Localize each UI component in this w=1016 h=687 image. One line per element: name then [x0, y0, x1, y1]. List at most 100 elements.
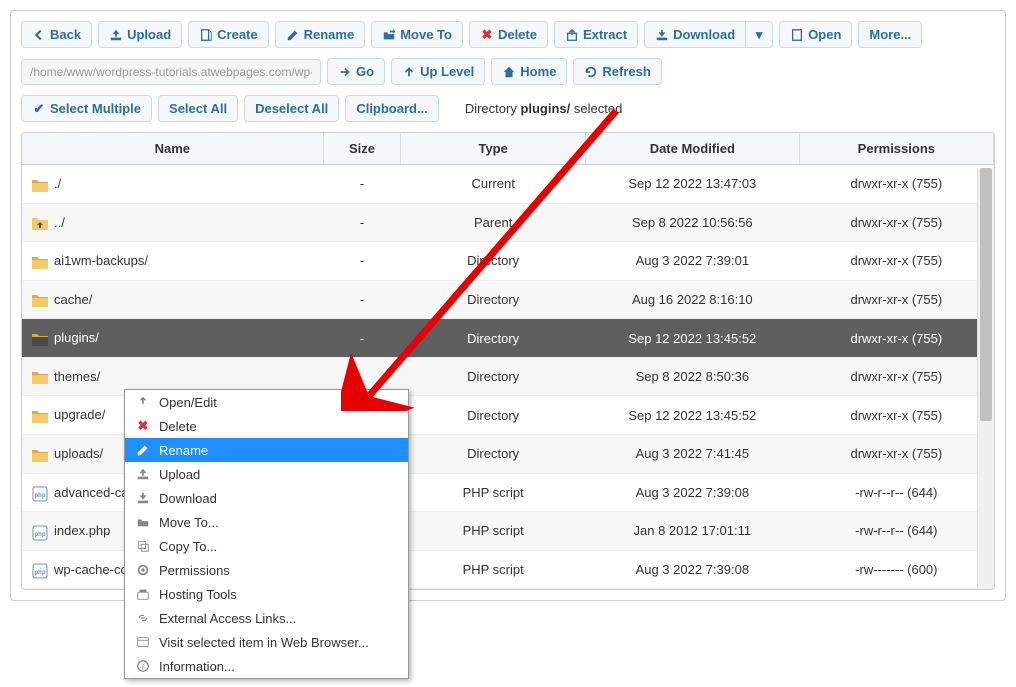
- context-menu-browser[interactable]: Visit selected item in Web Browser...: [125, 630, 408, 654]
- context-menu-open[interactable]: Open/Edit: [125, 390, 408, 414]
- home-label: Home: [520, 64, 556, 79]
- download-icon: [135, 490, 151, 506]
- more-button[interactable]: More...: [858, 21, 922, 48]
- context-menu-perms[interactable]: Permissions: [125, 558, 408, 582]
- up-level-label: Up Level: [420, 64, 474, 79]
- deselect-all-button[interactable]: Deselect All: [244, 95, 339, 122]
- file-perms: drwxr-xr-x (755): [799, 203, 993, 242]
- table-row[interactable]: plugins/-DirectorySep 12 2022 13:45:52dr…: [22, 319, 994, 358]
- download-button-group: Download ▾: [644, 21, 773, 48]
- delete-button[interactable]: ✖ Delete: [469, 21, 548, 48]
- file-type: Current: [401, 165, 586, 204]
- context-menu-label: Delete: [159, 419, 197, 434]
- back-arrow-icon: [32, 28, 46, 42]
- table-row[interactable]: cache/-DirectoryAug 16 2022 8:16:10drwxr…: [22, 280, 994, 319]
- select-multiple-label: Select Multiple: [50, 101, 141, 116]
- create-label: Create: [217, 27, 257, 42]
- move-to-button[interactable]: Move To: [371, 21, 463, 48]
- file-type: Directory: [401, 434, 586, 473]
- folder-icon: [32, 255, 48, 269]
- file-type: PHP script: [401, 512, 586, 551]
- extract-button[interactable]: Extract: [554, 21, 638, 48]
- file-perms: drwxr-xr-x (755): [799, 434, 993, 473]
- svg-text:php: php: [35, 532, 46, 538]
- upload-label: Upload: [127, 27, 171, 42]
- table-row[interactable]: ../-ParentSep 8 2022 10:56:56drwxr-xr-x …: [22, 203, 994, 242]
- context-menu-label: Permissions: [159, 563, 230, 578]
- context-menu-delete[interactable]: ✖Delete: [125, 414, 408, 438]
- col-size[interactable]: Size: [323, 133, 401, 165]
- context-menu-info[interactable]: iInformation...: [125, 654, 408, 678]
- select-all-button[interactable]: Select All: [158, 95, 238, 122]
- delete-label: Delete: [498, 27, 537, 42]
- refresh-label: Refresh: [602, 64, 650, 79]
- file-date: Sep 8 2022 10:56:56: [585, 203, 799, 242]
- file-type: Directory: [401, 357, 586, 396]
- context-menu-label: Hosting Tools: [159, 587, 237, 602]
- create-button[interactable]: Create: [188, 21, 268, 48]
- go-label: Go: [356, 64, 374, 79]
- context-menu-copyto[interactable]: Copy To...: [125, 534, 408, 558]
- refresh-button[interactable]: Refresh: [573, 58, 661, 85]
- download-button[interactable]: Download: [644, 21, 746, 48]
- table-row[interactable]: ./-CurrentSep 12 2022 13:47:03drwxr-xr-x…: [22, 165, 994, 204]
- rename-button[interactable]: Rename: [275, 21, 366, 48]
- links-icon: [135, 610, 151, 626]
- clipboard-label: Clipboard...: [356, 101, 428, 116]
- context-menu-upload[interactable]: Upload: [125, 462, 408, 486]
- file-date: Aug 16 2022 8:16:10: [585, 280, 799, 319]
- col-type[interactable]: Type: [401, 133, 586, 165]
- move-icon: [382, 28, 396, 42]
- table-row[interactable]: ai1wm-backups/-DirectoryAug 3 2022 7:39:…: [22, 242, 994, 281]
- context-menu-rename[interactable]: Rename: [125, 438, 408, 462]
- file-perms: -rw------- (600): [799, 550, 993, 589]
- folder-icon: [32, 178, 48, 192]
- file-name: themes/: [54, 369, 100, 384]
- home-button[interactable]: Home: [491, 58, 567, 85]
- scrollbar-thumb[interactable]: [980, 168, 992, 421]
- file-type: PHP script: [401, 550, 586, 589]
- col-date[interactable]: Date Modified: [585, 133, 799, 165]
- context-menu-download[interactable]: Download: [125, 486, 408, 510]
- extract-label: Extract: [583, 27, 627, 42]
- up-level-button[interactable]: Up Level: [391, 58, 485, 85]
- folder-icon: [32, 293, 48, 307]
- context-menu-label: Rename: [159, 443, 208, 458]
- folder-icon: [32, 448, 48, 462]
- selection-status: Directory plugins/ selected: [465, 101, 623, 116]
- open-button[interactable]: Open: [779, 21, 852, 48]
- file-type: Directory: [401, 396, 586, 435]
- upload-icon: [109, 28, 123, 42]
- file-perms: drwxr-xr-x (755): [799, 242, 993, 281]
- context-menu: Open/Edit✖Delete Rename UploadDownloadMove…: [124, 389, 409, 679]
- context-menu-links[interactable]: External Access Links...: [125, 606, 408, 630]
- context-menu-moveto[interactable]: Move To...: [125, 510, 408, 534]
- pencil-icon: [286, 28, 300, 42]
- svg-text:i: i: [142, 662, 145, 672]
- back-button[interactable]: Back: [21, 21, 92, 48]
- go-button[interactable]: Go: [327, 58, 385, 85]
- vertical-scrollbar[interactable]: [977, 168, 994, 589]
- file-name: index.php: [54, 523, 110, 538]
- file-date: Aug 3 2022 7:39:08: [585, 550, 799, 589]
- folder-up-icon: [32, 216, 48, 230]
- open-icon: [135, 394, 151, 410]
- create-icon: [199, 28, 213, 42]
- col-perms[interactable]: Permissions: [799, 133, 993, 165]
- context-menu-tools[interactable]: Hosting Tools: [125, 582, 408, 606]
- download-dropdown-button[interactable]: ▾: [746, 21, 773, 48]
- path-input[interactable]: [21, 59, 321, 85]
- arrow-right-icon: [338, 65, 352, 79]
- select-multiple-button[interactable]: ✔ Select Multiple: [21, 95, 152, 122]
- move-to-label: Move To: [400, 27, 452, 42]
- folder-icon: [32, 332, 48, 346]
- file-perms: drwxr-xr-x (755): [799, 165, 993, 204]
- upload-icon: [135, 466, 151, 482]
- svg-text:php: php: [35, 493, 46, 499]
- php-file-icon: php: [32, 525, 48, 539]
- file-size: -: [323, 203, 401, 242]
- col-name[interactable]: Name: [22, 133, 323, 165]
- clipboard-button[interactable]: Clipboard...: [345, 95, 439, 122]
- file-date: Sep 8 2022 8:50:36: [585, 357, 799, 396]
- upload-button[interactable]: Upload: [98, 21, 182, 48]
